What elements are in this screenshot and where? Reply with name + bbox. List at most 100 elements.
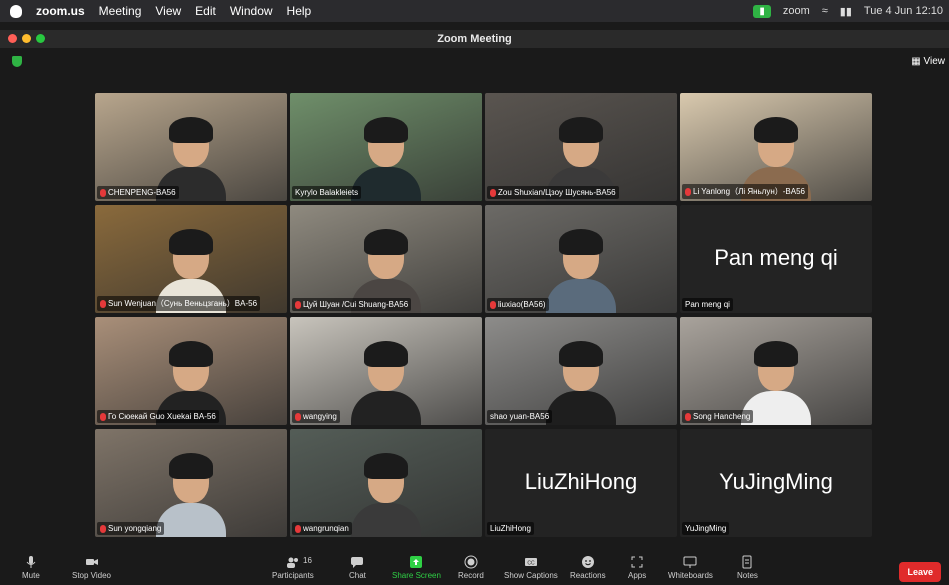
muted-microphone-icon	[490, 300, 496, 309]
apps-label: Apps	[628, 571, 647, 580]
apps-button[interactable]: Apps	[628, 555, 646, 580]
participant-video-silhouette	[351, 111, 421, 201]
participant-video-silhouette	[351, 335, 421, 425]
participant-video-silhouette	[351, 447, 421, 537]
menu-edit[interactable]: Edit	[195, 4, 216, 18]
participant-tile[interactable]: YuJingMing YuJingMing	[680, 429, 872, 537]
window-titlebar: Zoom Meeting	[0, 30, 949, 48]
view-button[interactable]: ▦ View	[911, 56, 945, 67]
participant-name: Pan meng qi	[685, 300, 730, 309]
muted-microphone-icon	[100, 188, 106, 197]
notes-button[interactable]: Notes	[737, 555, 758, 580]
participant-tile[interactable]: wangrunqian	[290, 429, 482, 537]
participant-tile[interactable]: Kyrylo Balakleiets	[290, 93, 482, 201]
menu-help[interactable]: Help	[287, 4, 312, 18]
participant-name-tag: YuJingMing	[682, 522, 730, 535]
participant-name-tag: CHENPENG-BA56	[97, 186, 179, 199]
participant-tile[interactable]: Song Hancheng	[680, 317, 872, 425]
view-label: View	[923, 56, 946, 67]
participant-name: shao yuan-BA56	[490, 412, 550, 421]
zoom-status-label[interactable]: zoom	[783, 5, 810, 17]
participant-tile[interactable]: shao yuan-BA56	[485, 317, 677, 425]
meeting-toolbar: Mute Stop Video Participants 16 Chat Sha…	[0, 553, 949, 585]
show-captions-button[interactable]: CC Show Captions	[504, 555, 558, 580]
participant-tile[interactable]: CHENPENG-BA56	[95, 93, 287, 201]
reactions-label: Reactions	[570, 571, 606, 580]
muted-microphone-icon	[295, 524, 301, 533]
participant-name: CHENPENG-BA56	[108, 188, 176, 197]
participant-name-tag: wangrunqian	[292, 522, 352, 535]
muted-microphone-icon	[100, 299, 106, 308]
stop-video-button[interactable]: Stop Video	[72, 555, 111, 580]
whiteboards-button[interactable]: Whiteboards	[668, 555, 713, 580]
participant-name: Zou Shuxian/Цзоу Шусянь-BA56	[498, 188, 616, 197]
apps-icon	[631, 556, 643, 568]
muted-microphone-icon	[685, 412, 691, 421]
participant-tile[interactable]: Zou Shuxian/Цзоу Шусянь-BA56	[485, 93, 677, 201]
muted-microphone-icon	[685, 187, 691, 196]
participant-tile[interactable]: Sun yongqiang	[95, 429, 287, 537]
minimize-window-button[interactable]	[22, 34, 31, 43]
participant-video-silhouette	[546, 335, 616, 425]
chat-label: Chat	[349, 571, 366, 580]
menu-meeting[interactable]: Meeting	[99, 4, 142, 18]
svg-text:CC: CC	[527, 561, 535, 567]
show-captions-label: Show Captions	[504, 571, 558, 580]
participant-tile[interactable]: Sun Wenjuan（Сунь Веньцзгань）BA-56	[95, 205, 287, 313]
zoom-video-status-icon[interactable]: ▮	[753, 4, 771, 18]
participant-tile[interactable]: Го Сюекай Guo Xuekai BA-56	[95, 317, 287, 425]
participant-name: liuxiao(BA56)	[498, 300, 546, 309]
participant-tile[interactable]: wangying	[290, 317, 482, 425]
notes-icon	[742, 555, 752, 569]
participant-name: YuJingMing	[685, 524, 727, 533]
participant-name-tag: Цуй Шуан /Cui Shuang-BA56	[292, 298, 412, 311]
participant-tile[interactable]: LiuZhiHong LiuZhiHong	[485, 429, 677, 537]
chat-button[interactable]: Chat	[349, 555, 366, 580]
chat-bubble-icon	[351, 557, 364, 568]
participant-display-name: YuJingMing	[719, 469, 833, 494]
gallery-grid: CHENPENG-BA56 Kyrylo Balakleiets Zou Shuxi…	[95, 93, 873, 538]
clock[interactable]: Tue 4 Jun 12:10	[864, 5, 943, 17]
share-screen-icon	[410, 556, 423, 568]
participant-name-tag: Li Yanlong（Лі Яньлун）-BA56	[682, 184, 809, 199]
reactions-button[interactable]: Reactions	[570, 555, 606, 580]
participants-icon	[286, 557, 298, 568]
smiley-icon	[581, 556, 594, 568]
muted-microphone-icon	[490, 188, 496, 197]
mute-button[interactable]: Mute	[22, 555, 40, 580]
participant-tile[interactable]: liuxiao(BA56)	[485, 205, 677, 313]
whiteboard-icon	[683, 556, 697, 568]
apple-icon[interactable]	[10, 4, 22, 18]
security-shield-icon[interactable]	[12, 56, 22, 67]
muted-microphone-icon	[295, 300, 301, 309]
leave-button[interactable]: Leave	[899, 562, 941, 582]
participant-name-tag: Zou Shuxian/Цзоу Шусянь-BA56	[487, 186, 619, 199]
participant-tile[interactable]: Цуй Шуан /Cui Shuang-BA56	[290, 205, 482, 313]
close-window-button[interactable]	[8, 34, 17, 43]
participant-name: Sun yongqiang	[108, 524, 162, 533]
mute-label: Mute	[22, 571, 40, 580]
menu-app-name[interactable]: zoom.us	[36, 4, 85, 18]
participant-name: Го Сюекай Guo Xuekai BA-56	[108, 412, 216, 421]
participant-name-tag: Го Сюекай Guo Xuekai BA-56	[97, 410, 219, 423]
stop-video-label: Stop Video	[72, 571, 111, 580]
battery-icon[interactable]: ▮▮	[840, 5, 852, 18]
menu-window[interactable]: Window	[230, 4, 273, 18]
participant-name-tag: liuxiao(BA56)	[487, 298, 549, 311]
participant-name: wangrunqian	[303, 524, 349, 533]
wifi-icon[interactable]: ≈	[822, 5, 828, 17]
participants-label: Participants	[272, 571, 314, 580]
share-screen-button[interactable]: Share Screen	[392, 555, 441, 580]
window-title: Zoom Meeting	[437, 33, 512, 45]
window-controls	[8, 34, 45, 43]
record-button[interactable]: Record	[458, 555, 484, 580]
zoom-window-button[interactable]	[36, 34, 45, 43]
participant-display-name: Pan meng qi	[714, 245, 838, 270]
menu-view[interactable]: View	[155, 4, 181, 18]
participant-tile[interactable]: Li Yanlong（Лі Яньлун）-BA56	[680, 93, 872, 201]
participant-name-tag: shao yuan-BA56	[487, 410, 553, 423]
participant-tile[interactable]: Pan meng qi Pan meng qi	[680, 205, 872, 313]
muted-microphone-icon	[100, 524, 106, 533]
participant-name: wangying	[303, 412, 337, 421]
participant-display-name: LiuZhiHong	[524, 469, 638, 494]
